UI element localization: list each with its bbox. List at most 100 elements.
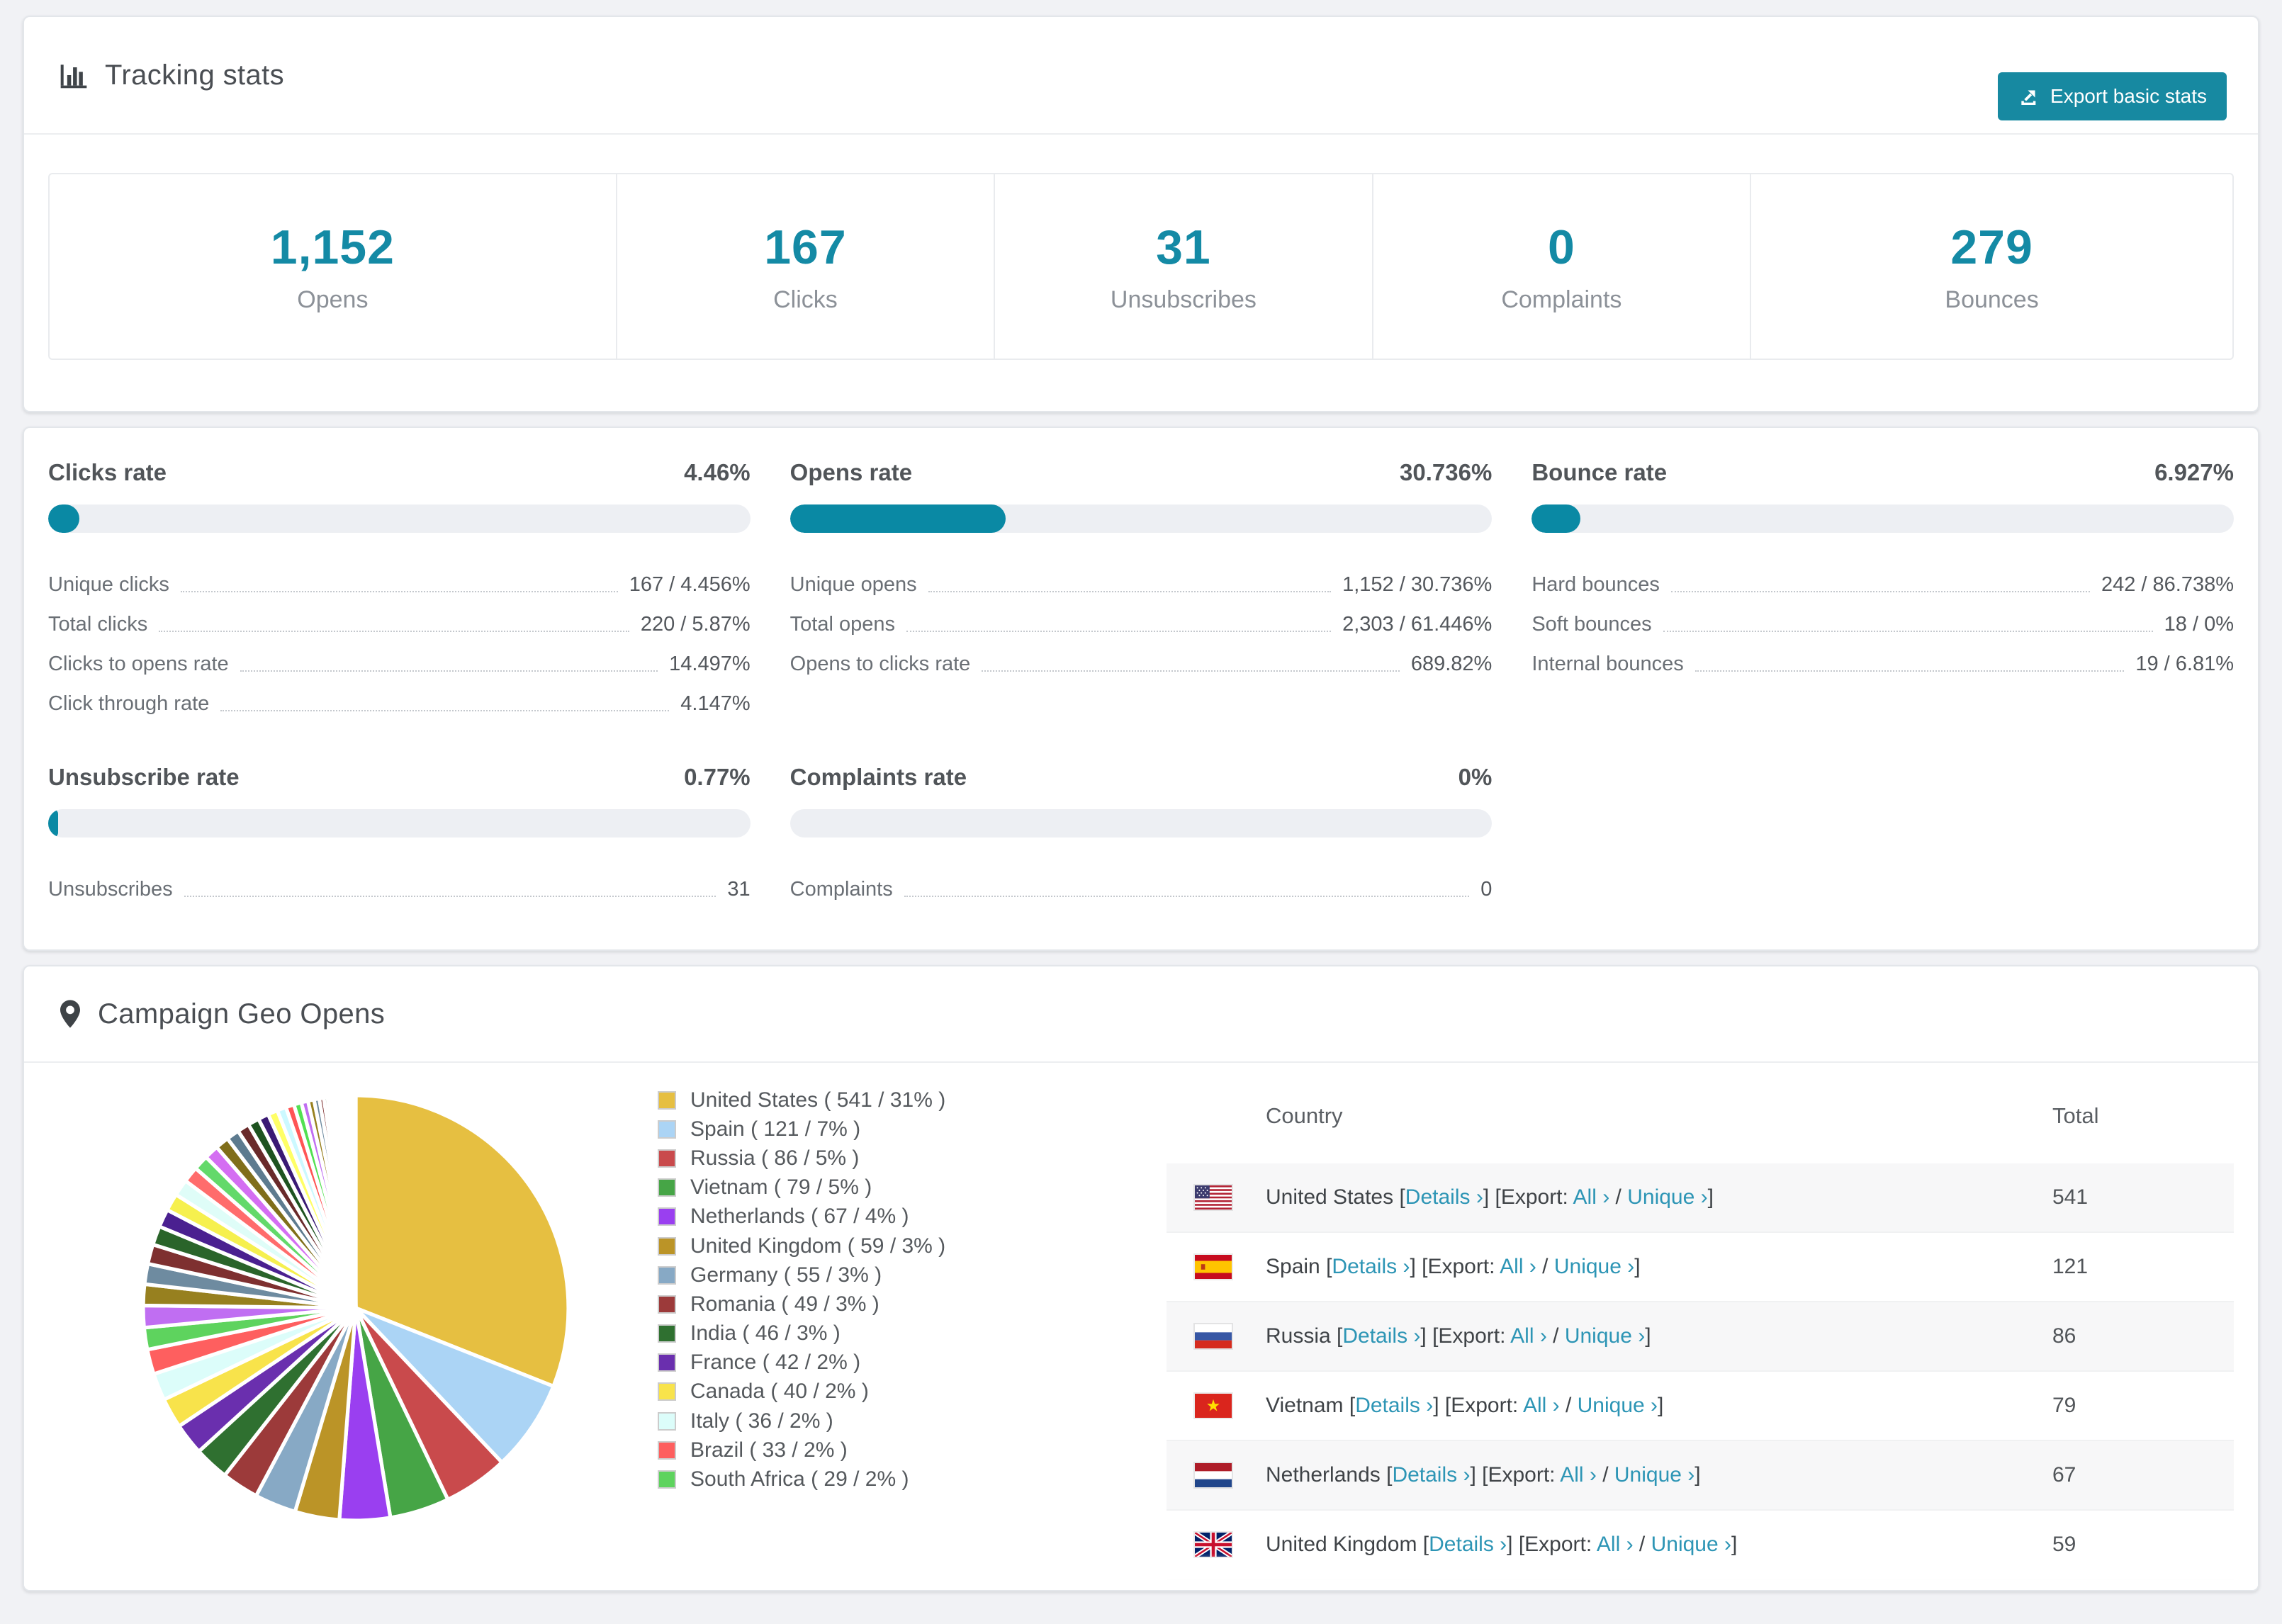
export-all-link[interactable]: All › <box>1597 1533 1634 1556</box>
legend-swatch <box>655 1263 679 1287</box>
opens-count: 1,152 <box>270 220 395 274</box>
progress-bar <box>48 809 751 838</box>
rate-detail-row: Clicks to opens rate 14.497% <box>48 653 751 676</box>
rate-detail-row: Internal bounces 19 / 6.81% <box>1531 653 2234 676</box>
rate-value: 6.927% <box>2154 459 2234 485</box>
country-total: 121 <box>2052 1255 2089 1278</box>
export-all-link[interactable]: All › <box>1510 1324 1547 1348</box>
us-flag-icon <box>1195 1185 1232 1209</box>
export-unique-link[interactable]: Unique › <box>1651 1533 1731 1556</box>
legend-item: Vietnam ( 79 / 5% ) <box>655 1173 945 1202</box>
progress-bar-fill <box>48 504 80 533</box>
export-unique-link[interactable]: Unique › <box>1565 1324 1645 1348</box>
dashboard-page: Tracking stats Export basic stats 1,152 … <box>0 0 2282 1591</box>
opens-label: Opens <box>297 286 369 313</box>
tracking-stats-card: Tracking stats Export basic stats 1,152 … <box>23 16 2259 412</box>
dotted-leader <box>1670 591 2090 592</box>
country-name: Netherlands <box>1266 1463 1381 1487</box>
column-header-country: Country <box>1266 1103 1343 1128</box>
vn-flag-icon <box>1195 1394 1232 1418</box>
dotted-leader <box>906 631 1332 632</box>
page-title: Tracking stats <box>105 59 285 91</box>
export-basic-stats-button[interactable]: Export basic stats <box>1998 72 2227 120</box>
export-all-link[interactable]: All › <box>1500 1255 1536 1278</box>
table-row: Russia [Details ›] [Export: All › / Uniq… <box>1167 1302 2234 1372</box>
legend-swatch <box>655 1146 679 1171</box>
country-total: 86 <box>2052 1324 2076 1348</box>
details-link[interactable]: Details › <box>1332 1255 1410 1278</box>
legend-item: Russia ( 86 / 5% ) <box>655 1144 945 1173</box>
export-all-link[interactable]: All › <box>1560 1463 1597 1487</box>
bar-chart-icon <box>58 60 89 91</box>
geo-pie-legend: United States ( 541 / 31% ) Spain ( 121 … <box>655 1086 945 1494</box>
table-row: Germany [Details ›] [Export: All › / Uni… <box>1167 1580 2234 1590</box>
nl-flag-icon <box>1195 1463 1232 1487</box>
summary-stats-box: 1,152 Opens 167 Clicks 31 Unsubscribes 0… <box>48 173 2234 360</box>
tracking-stats-header: Tracking stats Export basic stats <box>24 17 2258 135</box>
table-row: Vietnam [Details ›] [Export: All › / Uni… <box>1167 1372 2234 1441</box>
details-link[interactable]: Details › <box>1355 1394 1433 1417</box>
es-flag-icon <box>1195 1255 1232 1279</box>
legend-swatch <box>655 1292 679 1316</box>
legend-item: India ( 46 / 3% ) <box>655 1319 945 1348</box>
export-all-link[interactable]: All › <box>1573 1185 1610 1209</box>
export-unique-link[interactable]: Unique › <box>1627 1185 1707 1209</box>
geo-opens-header: Campaign Geo Opens <box>24 966 2258 1063</box>
rate-value: 30.736% <box>1400 459 1493 485</box>
country-name: Spain <box>1266 1255 1320 1278</box>
progress-bar <box>48 504 751 533</box>
clicks-label: Clicks <box>773 286 838 313</box>
table-row: Netherlands [Details ›] [Export: All › /… <box>1167 1441 2234 1511</box>
rate-title: Complaints rate <box>789 764 967 790</box>
clicks-rate-panel: Clicks rate 4.46% Unique clicks 167 / 4.… <box>48 459 751 716</box>
complaints-rate-panel: Complaints rate 0% Complaints 0 <box>789 764 1493 901</box>
rate-title: Bounce rate <box>1531 459 1668 485</box>
details-link[interactable]: Details › <box>1342 1324 1420 1348</box>
country-name: Vietnam <box>1266 1394 1344 1417</box>
complaints-count: 0 <box>1547 220 1575 274</box>
map-pin-icon <box>58 999 82 1029</box>
geo-opens-title: Campaign Geo Opens <box>98 998 386 1030</box>
export-all-link[interactable]: All › <box>1523 1394 1560 1417</box>
dotted-leader <box>184 896 716 897</box>
clicks-count: 167 <box>764 220 847 274</box>
export-icon <box>2018 85 2040 108</box>
legend-item: South Africa ( 29 / 2% ) <box>655 1465 945 1494</box>
country-name: United Kingdom <box>1266 1533 1417 1556</box>
stat-complaints: 0 Complaints <box>1373 174 1752 359</box>
progress-bar <box>1531 504 2234 533</box>
dotted-leader <box>904 896 1470 897</box>
dotted-leader <box>180 591 618 592</box>
geo-opens-card: Campaign Geo Opens United States ( 541 /… <box>23 965 2259 1591</box>
rate-title: Clicks rate <box>48 459 167 485</box>
table-row: Spain [Details ›] [Export: All › / Uniqu… <box>1167 1233 2234 1302</box>
legend-item: Spain ( 121 / 7% ) <box>655 1115 945 1144</box>
opens-rate-panel: Opens rate 30.736% Unique opens 1,152 / … <box>789 459 1493 716</box>
stat-bounces: 279 Bounces <box>1751 174 2232 359</box>
rate-value: 4.46% <box>684 459 751 485</box>
rate-value: 0% <box>1458 764 1493 790</box>
legend-item: Germany ( 55 / 3% ) <box>655 1261 945 1290</box>
rate-detail-row: Unsubscribes 31 <box>48 878 751 901</box>
export-unique-link[interactable]: Unique › <box>1578 1394 1658 1417</box>
legend-swatch <box>655 1438 679 1462</box>
legend-item: United States ( 541 / 31% ) <box>655 1086 945 1115</box>
details-link[interactable]: Details › <box>1392 1463 1470 1487</box>
dotted-leader <box>982 670 1400 672</box>
country-total: 541 <box>2052 1185 2089 1209</box>
unsubscribes-label: Unsubscribes <box>1110 286 1257 313</box>
rate-title: Unsubscribe rate <box>48 764 240 790</box>
export-unique-link[interactable]: Unique › <box>1614 1463 1694 1487</box>
rate-detail-row: Click through rate 4.147% <box>48 692 751 716</box>
legend-item: France ( 42 / 2% ) <box>655 1348 945 1377</box>
details-link[interactable]: Details › <box>1429 1533 1507 1556</box>
table-header-row: Country Total <box>1167 1068 2234 1163</box>
rate-detail-row: Unique opens 1,152 / 30.736% <box>789 573 1493 597</box>
rate-detail-row: Soft bounces 18 / 0% <box>1531 613 2234 636</box>
export-unique-link[interactable]: Unique › <box>1554 1255 1634 1278</box>
details-link[interactable]: Details › <box>1405 1185 1483 1209</box>
export-button-label: Export basic stats <box>2050 85 2207 107</box>
legend-swatch <box>655 1409 679 1433</box>
table-row: United States [Details ›] [Export: All ›… <box>1167 1163 2234 1233</box>
rate-detail-row: Unique clicks 167 / 4.456% <box>48 573 751 597</box>
